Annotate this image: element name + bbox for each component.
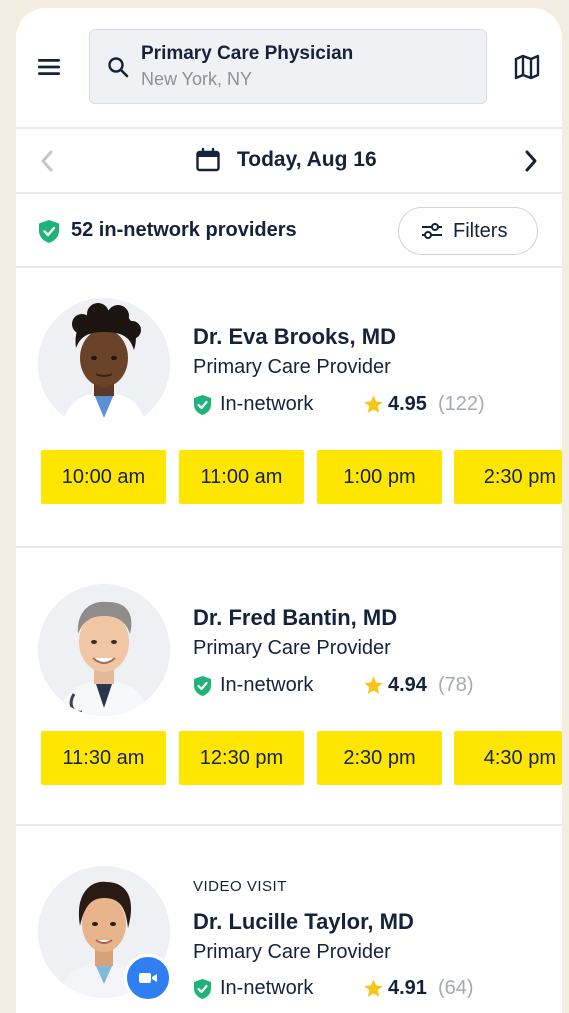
filters-label: Filters bbox=[453, 220, 508, 242]
visit-type-tag: VIDEO VISIT bbox=[193, 878, 287, 895]
shield-check-icon bbox=[194, 979, 211, 999]
provider-card[interactable]: Dr. Fred Bantin, MD Primary Care Provide… bbox=[16, 548, 562, 824]
shield-check-icon bbox=[39, 220, 59, 243]
search-location: New York, NY bbox=[141, 69, 253, 89]
shield-check-icon bbox=[194, 395, 211, 415]
previous-day-button[interactable] bbox=[38, 148, 56, 174]
review-count: (78) bbox=[438, 674, 474, 696]
date-bar: Today, Aug 16 bbox=[16, 130, 562, 192]
rating-value: 4.94 bbox=[388, 674, 427, 696]
top-bar: Primary Care Physician New York, NY bbox=[16, 8, 562, 128]
star-icon bbox=[364, 395, 383, 413]
time-slot-button[interactable]: 2:30 pm bbox=[317, 731, 442, 785]
provider-card[interactable]: Dr. Eva Brooks, MD Primary Care Provider… bbox=[16, 268, 562, 546]
avatar bbox=[38, 584, 170, 716]
provider-specialty: Primary Care Provider bbox=[193, 356, 391, 378]
provider-badges: In-network 4.91 (64) bbox=[193, 976, 553, 1004]
map-icon bbox=[514, 54, 540, 80]
calendar-icon bbox=[196, 147, 220, 172]
rating-value: 4.95 bbox=[388, 393, 427, 415]
video-visit-badge bbox=[124, 954, 172, 1002]
network-bar: 52 in-network providers Filters bbox=[16, 194, 562, 266]
provider-specialty: Primary Care Provider bbox=[193, 637, 391, 659]
chevron-right-icon bbox=[525, 150, 537, 172]
provider-specialty: Primary Care Provider bbox=[193, 941, 391, 963]
current-date: Today, Aug 16 bbox=[237, 148, 377, 171]
chevron-left-icon bbox=[41, 150, 53, 172]
next-day-button[interactable] bbox=[522, 148, 540, 174]
time-slot-button[interactable]: 1:00 pm bbox=[317, 450, 442, 504]
menu-button[interactable] bbox=[36, 54, 62, 80]
divider bbox=[16, 127, 562, 129]
shield-check-icon bbox=[194, 676, 211, 696]
sliders-icon bbox=[422, 223, 442, 239]
time-slot-button[interactable]: 11:00 am bbox=[179, 450, 304, 504]
review-count: (122) bbox=[438, 393, 485, 415]
time-slot-button[interactable]: 10:00 am bbox=[41, 450, 166, 504]
provider-count: 52 in-network providers bbox=[71, 219, 297, 241]
provider-name[interactable]: Dr. Fred Bantin, MD bbox=[193, 605, 397, 631]
network-status: In-network bbox=[220, 674, 314, 696]
time-slot-button[interactable]: 12:30 pm bbox=[179, 731, 304, 785]
review-count: (64) bbox=[438, 977, 474, 999]
time-slot-button[interactable]: 11:30 am bbox=[41, 731, 166, 785]
search-icon bbox=[108, 57, 129, 78]
provider-name[interactable]: Dr. Lucille Taylor, MD bbox=[193, 909, 414, 935]
provider-badges: In-network 4.95 (122) bbox=[193, 392, 553, 420]
time-slot-button[interactable]: 4:30 pm bbox=[454, 731, 562, 785]
star-icon bbox=[364, 979, 383, 997]
provider-card[interactable]: VIDEO VISIT Dr. Lucille Taylor, MD Prima… bbox=[16, 826, 562, 1013]
rating-value: 4.91 bbox=[388, 977, 427, 999]
menu-icon bbox=[38, 59, 60, 75]
provider-name[interactable]: Dr. Eva Brooks, MD bbox=[193, 324, 396, 350]
search-query: Primary Care Physician bbox=[141, 43, 354, 64]
provider-badges: In-network 4.94 (78) bbox=[193, 673, 553, 701]
map-button[interactable] bbox=[512, 52, 542, 82]
search-bar[interactable]: Primary Care Physician New York, NY bbox=[89, 29, 487, 104]
filters-button[interactable]: Filters bbox=[398, 207, 538, 255]
time-slot-button[interactable]: 2:30 pm bbox=[454, 450, 562, 504]
network-status: In-network bbox=[220, 977, 314, 999]
star-icon bbox=[364, 676, 383, 694]
app-screen: Primary Care Physician New York, NY Toda… bbox=[16, 8, 562, 1013]
network-status: In-network bbox=[220, 393, 314, 415]
avatar bbox=[38, 298, 170, 430]
video-camera-icon bbox=[139, 973, 157, 983]
